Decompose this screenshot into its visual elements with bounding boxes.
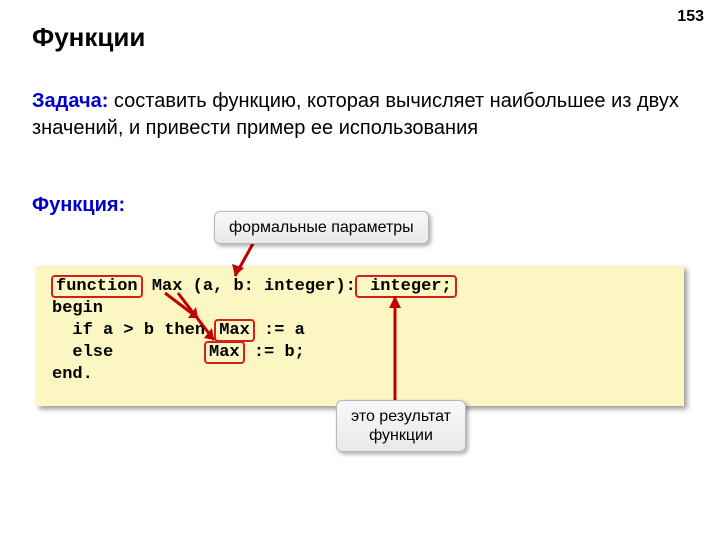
task-paragraph: Задача: составить функцию, которая вычис… [32, 88, 688, 142]
hl-function-keyword: function [51, 275, 143, 298]
callout-result: это результат функции [336, 400, 466, 452]
code-if-b: := a [254, 321, 305, 340]
code-end: end. [52, 365, 93, 384]
callout-formal-params: формальные параметры [214, 211, 429, 244]
page-title: Функции [32, 22, 145, 53]
code-else-b: := b; [244, 343, 305, 362]
hl-max-2: Max [204, 341, 245, 364]
page-number: 153 [677, 8, 704, 26]
task-text: составить функцию, которая вычисляет наи… [32, 90, 679, 139]
code: function Max (a, b: integer): integer; b… [52, 276, 668, 386]
hl-max-1: Max [214, 319, 255, 342]
hl-return-type: integer; [355, 275, 457, 298]
code-if-a: if a > b then [52, 321, 215, 340]
code-block: function Max (a, b: integer): integer; b… [36, 266, 684, 406]
callout-result-line2: функции [369, 427, 433, 444]
code-begin: begin [52, 299, 103, 318]
code-else-a: else [52, 343, 205, 362]
callout-result-line1: это результат [351, 408, 451, 425]
function-label: Функция: [32, 194, 125, 217]
task-label: Задача: [32, 90, 108, 112]
code-sig-mid: Max (a, b: integer): [142, 277, 356, 296]
